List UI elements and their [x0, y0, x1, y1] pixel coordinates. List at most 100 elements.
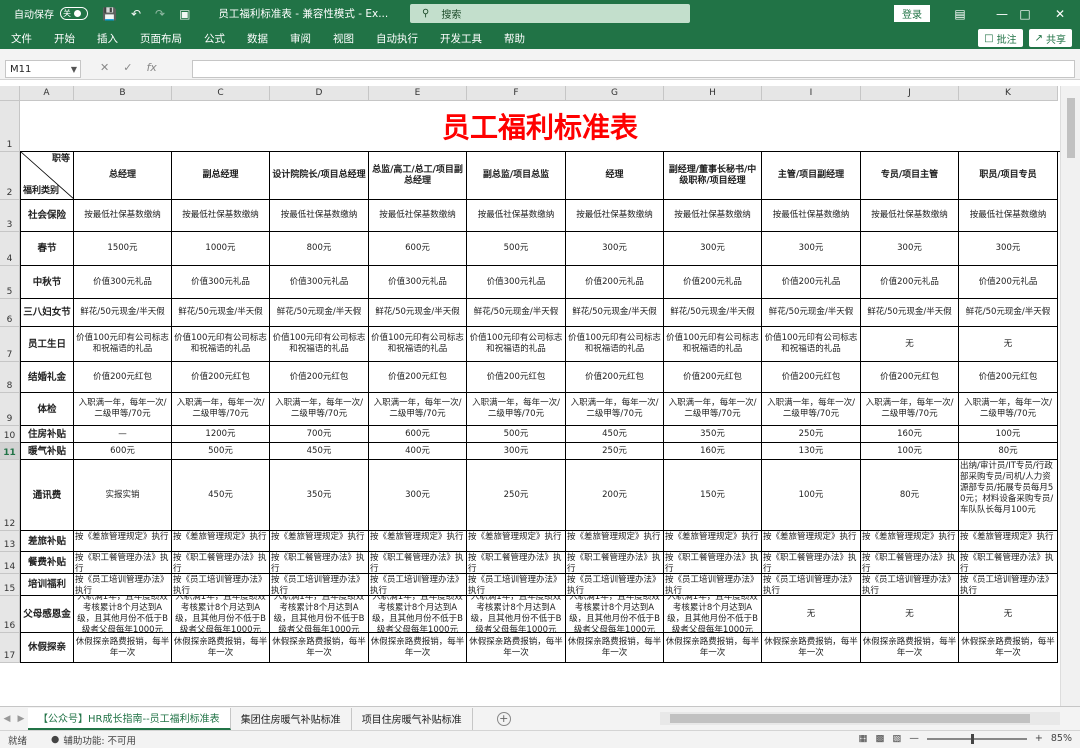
table-cell[interactable]: 按《职工餐管理办法》执行	[861, 552, 959, 574]
enter-icon[interactable]: ✓	[123, 61, 132, 74]
table-cell[interactable]: 160元	[664, 443, 762, 460]
category-cell[interactable]: 员工生日	[20, 327, 74, 362]
table-cell[interactable]: 价值200元礼品	[664, 266, 762, 299]
row-header[interactable]: 17	[0, 633, 20, 663]
row-header[interactable]: 1	[0, 101, 20, 152]
zoom-slider[interactable]	[926, 733, 1027, 744]
table-cell[interactable]: 出纳/审计员/IT专员/行政部采购专员/司机/人力资源部专员/拓展专员每月50元…	[959, 460, 1058, 531]
table-cell[interactable]: 350元	[270, 460, 369, 531]
normal-view-icon[interactable]: ▦	[858, 733, 867, 744]
table-cell[interactable]: 按最低社保基数缴纳	[74, 200, 172, 232]
ribbon-display-icon[interactable]: ▤	[940, 0, 980, 27]
table-cell[interactable]: 鲜花/50元现金/半天假	[172, 299, 270, 327]
table-cell[interactable]: 按《员工培训管理办法》执行	[566, 574, 664, 596]
table-cell[interactable]: 按《职工餐管理办法》执行	[270, 552, 369, 574]
table-cell[interactable]: 价值200元红包	[467, 362, 566, 393]
column-header[interactable]: F	[467, 86, 566, 101]
row-header[interactable]: 8	[0, 362, 20, 393]
table-cell[interactable]: 450元	[270, 443, 369, 460]
category-cell[interactable]: 休假探亲	[20, 633, 74, 663]
table-cell[interactable]: 按《员工培训管理办法》执行	[861, 574, 959, 596]
zoom-out-icon[interactable]: —	[909, 733, 919, 744]
table-cell[interactable]: 400元	[369, 443, 467, 460]
grade-header-cell[interactable]: 专员/项目主管	[861, 152, 959, 200]
table-cell[interactable]: 入职满1年，且年度绩效考核累计8个月达到A级，且其他月份不低于B级者父母每年10…	[270, 596, 369, 633]
grade-header-cell[interactable]: 副经理/董事长秘书/中级职称/项目经理	[664, 152, 762, 200]
table-cell[interactable]: 150元	[664, 460, 762, 531]
category-cell[interactable]: 差旅补贴	[20, 531, 74, 552]
table-cell[interactable]: 按《差旅管理规定》执行	[172, 531, 270, 552]
row-header[interactable]: 3	[0, 200, 20, 232]
table-cell[interactable]: 价值200元礼品	[861, 266, 959, 299]
table-cell[interactable]: 按《差旅管理规定》执行	[664, 531, 762, 552]
comments-button[interactable]: □ 批注	[978, 29, 1023, 47]
table-cell[interactable]: 价值100元印有公司标志和祝福语的礼品	[270, 327, 369, 362]
table-cell[interactable]: 160元	[861, 426, 959, 443]
name-box[interactable]: M11 ▼	[5, 60, 81, 78]
table-cell[interactable]: 入职满1年，且年度绩效考核累计8个月达到A级，且其他月份不低于B级者父母每年10…	[566, 596, 664, 633]
table-cell[interactable]: 休假探亲路费报销，每半年一次	[861, 633, 959, 663]
category-cell[interactable]: 父母感恩金	[20, 596, 74, 633]
page-layout-view-icon[interactable]: ▩	[875, 733, 884, 744]
menu-automate[interactable]: 自动执行	[365, 31, 429, 46]
table-cell[interactable]: 1200元	[172, 426, 270, 443]
table-cell[interactable]: 价值100元印有公司标志和祝福语的礼品	[172, 327, 270, 362]
table-cell[interactable]: 鲜花/50元现金/半天假	[861, 299, 959, 327]
table-cell[interactable]: 价值200元红包	[959, 362, 1058, 393]
category-cell[interactable]: 体检	[20, 393, 74, 426]
table-cell[interactable]: 250元	[467, 460, 566, 531]
table-cell[interactable]: 按《差旅管理规定》执行	[270, 531, 369, 552]
table-cell[interactable]: 按《差旅管理规定》执行	[74, 531, 172, 552]
table-cell[interactable]: 按最低社保基数缴纳	[566, 200, 664, 232]
spreadsheet-grid[interactable]: A B C D E F G H I J K 1 2 3 4 5 6 7 8 9 10 11 12 13 14 15 16 17 员工福利…	[0, 86, 1060, 706]
table-cell[interactable]: 700元	[270, 426, 369, 443]
horizontal-scrollbar[interactable]	[660, 712, 1060, 725]
table-cell[interactable]: 入职满一年，每年一次/二级甲等/70元	[467, 393, 566, 426]
table-cell[interactable]: 价值200元礼品	[566, 266, 664, 299]
table-cell[interactable]: 300元	[467, 443, 566, 460]
table-cell[interactable]: 休假探亲路费报销，每半年一次	[467, 633, 566, 663]
table-cell[interactable]: 鲜花/50元现金/半天假	[369, 299, 467, 327]
column-header[interactable]: K	[959, 86, 1058, 101]
table-cell[interactable]: 300元	[369, 460, 467, 531]
table-cell[interactable]: 无	[959, 596, 1058, 633]
table-cell[interactable]: 按《员工培训管理办法》执行	[369, 574, 467, 596]
table-cell[interactable]: 按《差旅管理规定》执行	[861, 531, 959, 552]
table-cell[interactable]: 300元	[762, 232, 861, 266]
table-cell[interactable]: 价值100元印有公司标志和祝福语的礼品	[74, 327, 172, 362]
table-cell[interactable]: 200元	[566, 460, 664, 531]
table-cell[interactable]: 600元	[74, 443, 172, 460]
table-cell[interactable]: 价值200元红包	[369, 362, 467, 393]
table-cell[interactable]: 500元	[467, 426, 566, 443]
menu-formulas[interactable]: 公式	[193, 31, 236, 46]
table-cell[interactable]: 价值100元印有公司标志和祝福语的礼品	[664, 327, 762, 362]
table-cell[interactable]: 100元	[959, 426, 1058, 443]
table-cell[interactable]: 按《差旅管理规定》执行	[566, 531, 664, 552]
table-cell[interactable]: 按《职工餐管理办法》执行	[959, 552, 1058, 574]
table-cell[interactable]: 价值100元印有公司标志和祝福语的礼品	[762, 327, 861, 362]
table-cell[interactable]: 鲜花/50元现金/半天假	[959, 299, 1058, 327]
scroll-thumb[interactable]	[1067, 98, 1075, 158]
table-cell[interactable]: 按《员工培训管理办法》执行	[172, 574, 270, 596]
undo-icon[interactable]: ↶	[131, 7, 141, 21]
function-icon[interactable]: fx	[146, 61, 156, 74]
row-header[interactable]: 2	[0, 152, 20, 200]
table-cell[interactable]: 按《员工培训管理办法》执行	[467, 574, 566, 596]
table-cell[interactable]: 入职满一年，每年一次/二级甲等/70元	[369, 393, 467, 426]
grade-header-cell[interactable]: 总监/高工/总工/项目副总经理	[369, 152, 467, 200]
table-cell[interactable]: 按《员工培训管理办法》执行	[762, 574, 861, 596]
corner-header-cell[interactable]: 职等 福利类别	[20, 152, 74, 200]
table-cell[interactable]: 800元	[270, 232, 369, 266]
row-header[interactable]: 13	[0, 531, 20, 552]
table-cell[interactable]: 鲜花/50元现金/半天假	[270, 299, 369, 327]
share-button[interactable]: ↗ 共享	[1028, 29, 1072, 47]
table-cell[interactable]: 价值200元红包	[172, 362, 270, 393]
table-cell[interactable]: 按《差旅管理规定》执行	[959, 531, 1058, 552]
autosave-toggle[interactable]: 关	[60, 7, 88, 20]
table-cell[interactable]: 按最低社保基数缴纳	[664, 200, 762, 232]
grade-header-cell[interactable]: 副总监/项目总监	[467, 152, 566, 200]
page-break-view-icon[interactable]: ▧	[892, 733, 901, 744]
table-cell[interactable]: 1000元	[172, 232, 270, 266]
column-header[interactable]: E	[369, 86, 467, 101]
category-cell[interactable]: 通讯费	[20, 460, 74, 531]
